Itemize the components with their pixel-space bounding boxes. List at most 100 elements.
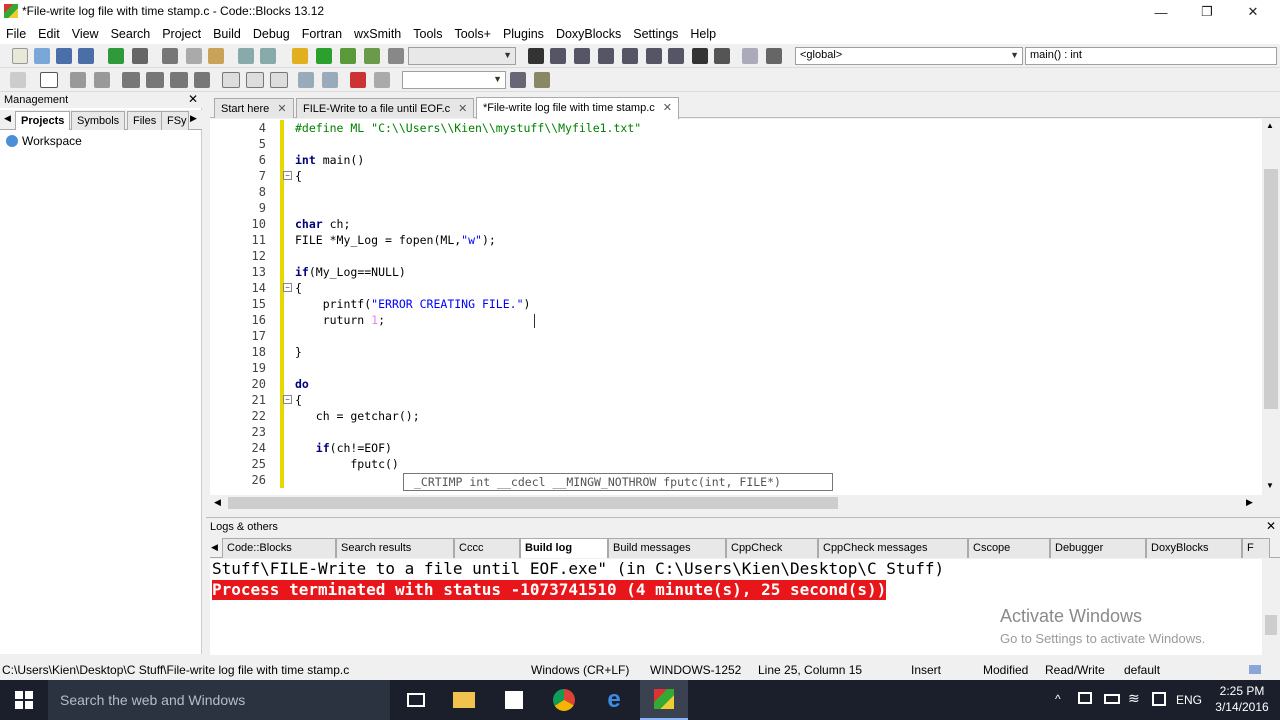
paste-icon[interactable] <box>208 48 224 64</box>
close-icon[interactable]: ✕ <box>1266 519 1276 533</box>
new-file-icon[interactable] <box>12 48 28 64</box>
tab-build-log[interactable]: Build log <box>520 538 608 558</box>
edge-icon[interactable]: e <box>590 680 638 720</box>
cut-icon[interactable] <box>162 48 178 64</box>
tab-build-messages[interactable]: Build messages <box>608 538 726 558</box>
menu-build[interactable]: Build <box>213 27 241 41</box>
step-into-icon[interactable] <box>598 48 614 64</box>
build-target-select[interactable]: ▼ <box>408 47 516 65</box>
tab-file-write-log[interactable]: *File-write log file with time stamp.c ✕ <box>476 97 679 119</box>
wifi-icon[interactable]: ≋ <box>1128 690 1140 707</box>
undo-icon[interactable] <box>108 48 124 64</box>
editor-vertical-scrollbar[interactable]: ▲ ▼ <box>1262 119 1280 495</box>
menu-view[interactable]: View <box>72 27 99 41</box>
scroll-right-icon[interactable]: ▶ <box>1246 497 1253 508</box>
pointer-icon[interactable] <box>10 72 26 88</box>
chevron-up-icon[interactable]: ^ <box>1055 692 1061 706</box>
rebuild-icon[interactable] <box>364 48 380 64</box>
tab-symbols[interactable]: Symbols <box>71 111 126 130</box>
menu-wxsmith[interactable]: wxSmith <box>354 27 401 41</box>
editor-horizontal-scrollbar[interactable]: ◀ ▶ <box>210 495 1262 511</box>
network-icon[interactable] <box>1078 692 1092 704</box>
open-icon[interactable] <box>34 48 50 64</box>
menu-settings[interactable]: Settings <box>633 27 678 41</box>
replace-icon[interactable] <box>260 48 276 64</box>
task-view-icon[interactable] <box>392 680 440 720</box>
build-run-icon[interactable] <box>340 48 356 64</box>
layout-icon[interactable] <box>194 72 210 88</box>
tab-cppcheck[interactable]: CppCheck <box>726 538 818 558</box>
copy-icon[interactable] <box>186 48 202 64</box>
tab-fsymbols[interactable]: FSy <box>161 111 189 130</box>
left-arrow-icon[interactable]: ◀ <box>4 113 11 124</box>
scroll-thumb[interactable] <box>228 497 838 509</box>
clock-date[interactable]: 3/14/2016 <box>1212 700 1272 714</box>
highlight-icon[interactable] <box>350 72 366 88</box>
fold-toggle-icon[interactable]: − <box>283 171 292 180</box>
layout-icon[interactable] <box>170 72 188 88</box>
settings-icon[interactable] <box>534 72 550 88</box>
menu-plugins[interactable]: Plugins <box>503 27 544 41</box>
sizer-icon[interactable] <box>222 72 240 88</box>
store-icon[interactable] <box>490 680 538 720</box>
find-icon[interactable] <box>238 48 254 64</box>
tab-doxyblocks[interactable]: DoxyBlocks <box>1146 538 1242 558</box>
chrome-icon[interactable] <box>540 680 588 720</box>
fold-toggle-icon[interactable]: − <box>283 283 292 292</box>
search-combo[interactable]: ▼ <box>402 71 506 89</box>
scroll-up-icon[interactable]: ▲ <box>1266 121 1274 130</box>
menu-fortran[interactable]: Fortran <box>302 27 342 41</box>
menu-debug[interactable]: Debug <box>253 27 290 41</box>
scroll-left-icon[interactable]: ◀ <box>214 497 221 508</box>
minimize-button[interactable]: — <box>1138 0 1184 24</box>
menu-search[interactable]: Search <box>111 27 151 41</box>
debug-run-icon[interactable] <box>528 48 544 64</box>
maximize-button[interactable]: ❐ <box>1184 0 1230 24</box>
close-icon[interactable]: ✕ <box>458 103 467 115</box>
right-arrow-icon[interactable]: ▶ <box>190 113 197 124</box>
widget-icon[interactable] <box>94 72 110 88</box>
tab-cppcheck-messages[interactable]: CppCheck messages <box>818 538 968 558</box>
menu-edit[interactable]: Edit <box>38 27 60 41</box>
code-editor[interactable]: 4 5 6 7 8 9 10 11 12 13 14 15 16 17 18 19 20 21 22 23 24 25 26… <box>210 119 1262 495</box>
scroll-down-icon[interactable]: ▼ <box>1266 481 1274 490</box>
redo-icon[interactable] <box>132 48 148 64</box>
menu-help[interactable]: Help <box>690 27 716 41</box>
tab-start-here[interactable]: Start here ✕ <box>214 98 294 118</box>
tab-more[interactable]: F <box>1242 538 1270 558</box>
tab-search-results[interactable]: Search results <box>336 538 454 558</box>
step-out-icon[interactable] <box>622 48 638 64</box>
battery-icon[interactable] <box>1104 694 1120 704</box>
zoom-in-icon[interactable] <box>298 72 314 88</box>
scroll-thumb[interactable] <box>1265 615 1277 635</box>
build-icon[interactable] <box>292 48 308 64</box>
tab-files[interactable]: Files <box>127 111 163 130</box>
start-button[interactable] <box>0 680 48 720</box>
save-all-icon[interactable] <box>78 48 94 64</box>
zoom-out-icon[interactable] <box>322 72 338 88</box>
codeblocks-taskbar-icon[interactable] <box>640 680 688 720</box>
logs-scrollbar[interactable] <box>1262 559 1280 655</box>
next-line-icon[interactable] <box>574 48 590 64</box>
layout-icon[interactable] <box>146 72 164 88</box>
abort-icon[interactable] <box>388 48 404 64</box>
run-to-cursor-icon[interactable] <box>550 48 566 64</box>
scope-select[interactable]: <global> ▼ <box>795 47 1023 65</box>
refresh-icon[interactable] <box>374 72 390 88</box>
tab-codeblocks[interactable]: Code::Blocks <box>222 538 336 558</box>
next-instruction-icon[interactable] <box>646 48 662 64</box>
taskbar-search-box[interactable]: Search the web and Windows <box>48 680 390 720</box>
debug-windows-icon[interactable] <box>742 48 758 64</box>
clock-time[interactable]: 2:25 PM <box>1216 684 1268 698</box>
menu-tools-plus[interactable]: Tools+ <box>454 27 490 41</box>
tab-debugger[interactable]: Debugger <box>1050 538 1146 558</box>
workspace-node[interactable]: Workspace <box>6 134 82 148</box>
notifications-icon[interactable] <box>1152 692 1166 706</box>
menu-tools[interactable]: Tools <box>413 27 442 41</box>
language-indicator[interactable]: ENG <box>1176 693 1202 707</box>
tab-file-write-eof[interactable]: FILE-Write to a file until EOF.c ✕ <box>296 98 475 118</box>
widget-icon[interactable] <box>70 72 86 88</box>
panel-icon[interactable] <box>40 72 58 88</box>
layout-icon[interactable] <box>122 72 140 88</box>
various-info-icon[interactable] <box>766 48 782 64</box>
